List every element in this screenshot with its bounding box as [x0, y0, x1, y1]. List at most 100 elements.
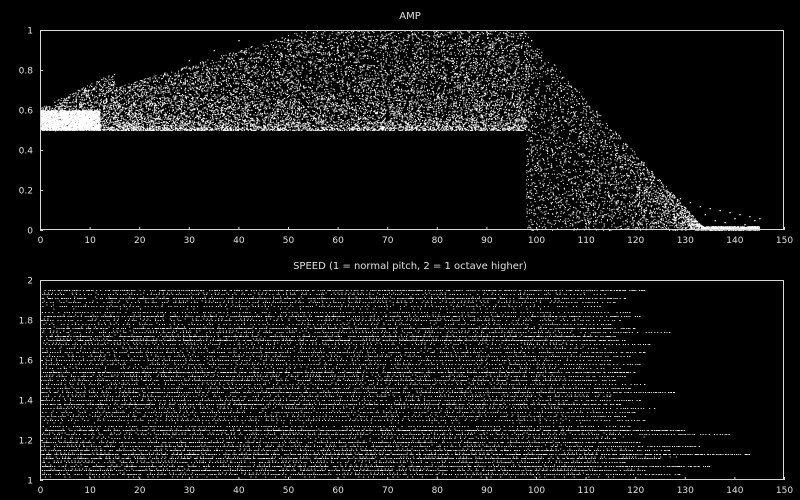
amp-title: AMP	[399, 11, 421, 22]
x-tick-label: 80	[432, 236, 444, 246]
data-point	[698, 446, 700, 447]
y-tick-label: 1.4	[19, 397, 34, 407]
data-point	[644, 384, 646, 385]
x-tick-label: 90	[481, 486, 493, 496]
x-tick-label: 20	[134, 236, 146, 246]
data-point	[728, 434, 730, 435]
amp-axes: 0 10 20 30 40 50 60 70 80 90 100 110 120 130 140 150 0 0.…	[19, 27, 794, 247]
x-tick-label: 120	[627, 486, 644, 496]
data-point	[421, 120, 424, 122]
data-point	[496, 60, 498, 62]
data-point	[644, 470, 646, 471]
data-point	[759, 218, 761, 220]
data-point	[714, 220, 716, 222]
data-point	[629, 312, 631, 313]
amp-points	[40, 30, 761, 231]
data-point	[531, 40, 533, 42]
data-point	[550, 74, 553, 76]
data-point	[639, 364, 641, 365]
x-tick-label: 130	[677, 486, 694, 496]
data-point	[719, 210, 721, 212]
x-tick-label: 100	[528, 486, 545, 496]
data-point	[412, 50, 414, 52]
x-tick-label: 0	[38, 236, 44, 246]
x-tick-label: 140	[726, 236, 743, 246]
data-point	[704, 214, 706, 216]
speed-points	[40, 290, 750, 478]
x-tick-label: 100	[528, 236, 545, 246]
x-tick-label: 140	[726, 486, 743, 496]
data-point	[640, 178, 642, 180]
speed-axes: 0 10 20 30 40 50 60 70 80 90 100 110 120 130 140 150 1 1.…	[19, 277, 794, 497]
data-point	[362, 46, 364, 48]
data-point	[377, 94, 379, 96]
data-point	[684, 210, 687, 212]
x-tick-label: 60	[332, 486, 344, 496]
data-point	[649, 344, 651, 345]
data-point	[600, 142, 602, 144]
data-point	[555, 140, 558, 142]
data-point	[625, 220, 627, 222]
x-tick-label: 10	[84, 236, 96, 246]
data-point	[585, 206, 587, 208]
data-point	[699, 206, 701, 208]
x-tick-label: 110	[578, 236, 595, 246]
data-point	[312, 36, 315, 38]
data-point	[178, 108, 181, 110]
y-tick-label: 0.6	[19, 107, 34, 117]
speed-point-cloud	[40, 290, 750, 478]
data-point	[604, 294, 606, 295]
x-tick-label: 0	[38, 486, 44, 496]
y-tick-label: 0.2	[19, 187, 33, 197]
data-point	[734, 218, 736, 220]
x-tick-label: 70	[382, 486, 394, 496]
data-point	[644, 420, 646, 421]
data-point	[540, 60, 543, 62]
data-point	[188, 60, 191, 62]
y-tick-label: 1	[27, 477, 33, 487]
y-tick-label: 2	[27, 277, 33, 287]
x-tick-label: 90	[481, 236, 493, 246]
y-tick-label: 1.6	[19, 357, 34, 367]
data-point	[575, 190, 577, 192]
x-tick-label: 130	[677, 236, 694, 246]
x-tick-label: 40	[233, 236, 245, 246]
data-point	[739, 214, 741, 216]
x-tick-label: 40	[233, 486, 245, 496]
data-point	[689, 202, 692, 204]
data-point	[614, 302, 616, 303]
data-point	[624, 462, 626, 463]
data-point	[749, 216, 751, 218]
data-point	[709, 208, 711, 210]
data-point	[679, 198, 682, 200]
data-point	[545, 110, 548, 112]
chart-figure: AMP 0 10 20 30 40 50 60 70 80 90 100 110 120 130 140 15…	[19, 11, 794, 496]
data-point	[629, 426, 631, 427]
x-tick-label: 20	[134, 486, 146, 496]
x-tick-label: 110	[578, 486, 595, 496]
data-point	[451, 66, 453, 68]
amp-point-cloud	[40, 30, 761, 231]
amp-panel: AMP 0 10 20 30 40 50 60 70 80 90 100 110 120 130 140 15…	[19, 11, 794, 246]
data-point	[639, 442, 641, 443]
x-tick-label: 150	[776, 486, 793, 496]
x-tick-label: 30	[184, 486, 196, 496]
data-point	[660, 190, 662, 192]
speed-panel: SPEED (1 = normal pitch, 2 = 1 octave hi…	[19, 261, 794, 496]
y-tick-label: 1.2	[19, 437, 33, 447]
data-point	[659, 458, 661, 459]
data-point	[605, 214, 607, 216]
data-point	[213, 50, 215, 52]
x-tick-label: 50	[283, 486, 295, 496]
data-point	[724, 222, 726, 224]
data-point	[655, 222, 657, 224]
data-point	[565, 170, 568, 172]
data-point	[754, 220, 756, 222]
x-tick-label: 30	[184, 236, 196, 246]
x-tick-label: 60	[332, 236, 344, 246]
x-tick-label: 10	[84, 486, 96, 496]
speed-title: SPEED (1 = normal pitch, 2 = 1 octave hi…	[293, 261, 527, 272]
data-point	[436, 34, 439, 36]
y-tick-label: 1.8	[19, 317, 34, 327]
x-tick-label: 150	[776, 236, 793, 246]
